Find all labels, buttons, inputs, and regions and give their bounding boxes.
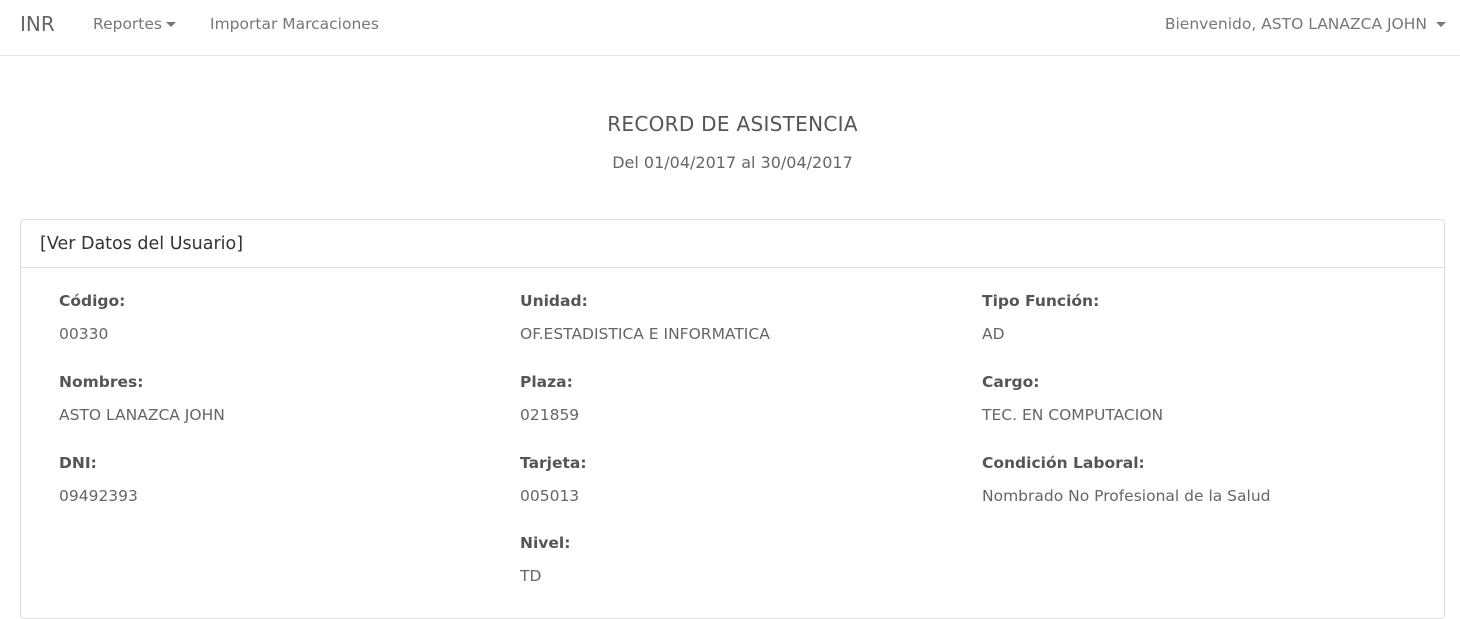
field-value: TD: [520, 567, 542, 585]
nav-importar-marcaciones[interactable]: Importar Marcaciones: [210, 14, 379, 34]
panel-heading: [Ver Datos del Usuario]: [21, 220, 1444, 268]
field-value: OF.ESTADISTICA E INFORMATICA: [520, 325, 770, 343]
field-value: 00330: [59, 325, 109, 343]
field-label: Nivel:: [520, 534, 571, 552]
field-label: DNI:: [59, 454, 97, 472]
field-condicion-laboral: Condición Laboral: Nombrado No Profesion…: [982, 453, 1270, 506]
field-tarjeta: Tarjeta: 005013: [520, 453, 587, 506]
field-label: Plaza:: [520, 373, 573, 391]
field-value: Nombrado No Profesional de la Salud: [982, 487, 1271, 505]
caret-down-icon: [1436, 22, 1446, 27]
caret-down-icon: [166, 22, 176, 27]
user-menu-dropdown[interactable]: Bienvenido, ASTO LANAZCA JOHN: [1165, 14, 1427, 34]
nav-reportes-label: Reportes: [93, 15, 162, 33]
field-label: Tarjeta:: [520, 454, 587, 472]
field-value: ASTO LANAZCA JOHN: [59, 406, 225, 424]
nav-reportes-dropdown[interactable]: Reportes: [93, 14, 176, 34]
field-value: AD: [982, 325, 1005, 343]
field-cargo: Cargo: TEC. EN COMPUTACION: [982, 372, 1163, 425]
brand-link[interactable]: INR: [20, 12, 55, 36]
field-plaza: Plaza: 021859: [520, 372, 579, 425]
toggle-user-data-link[interactable]: [Ver Datos del Usuario]: [40, 234, 243, 254]
field-value: 09492393: [59, 487, 138, 505]
field-label: Unidad:: [520, 292, 588, 310]
field-label: Condición Laboral:: [982, 454, 1145, 472]
field-value: 021859: [520, 406, 580, 424]
field-value: 005013: [520, 487, 580, 505]
field-nombres: Nombres: ASTO LANAZCA JOHN: [59, 372, 225, 425]
date-range: Del 01/04/2017 al 30/04/2017: [612, 153, 853, 172]
field-label: Nombres:: [59, 373, 144, 391]
field-tipo-funcion: Tipo Función: AD: [982, 291, 1099, 344]
page-title: RECORD DE ASISTENCIA: [607, 112, 858, 136]
field-label: Tipo Función:: [982, 292, 1100, 310]
user-data-panel: [Ver Datos del Usuario] Código: 00330 Un…: [20, 219, 1445, 619]
field-label: Código:: [59, 292, 126, 310]
user-greeting: Bienvenido, ASTO LANAZCA JOHN: [1164, 15, 1427, 33]
field-nivel: Nivel: TD: [520, 533, 570, 586]
field-unidad: Unidad: OF.ESTADISTICA E INFORMATICA: [520, 291, 770, 344]
field-label: Cargo:: [982, 373, 1040, 391]
field-value: TEC. EN COMPUTACION: [982, 406, 1164, 424]
field-codigo: Código: 00330: [59, 291, 125, 344]
top-navbar: INR Reportes Importar Marcaciones Bienve…: [0, 0, 1460, 56]
field-dni: DNI: 09492393: [59, 453, 138, 506]
